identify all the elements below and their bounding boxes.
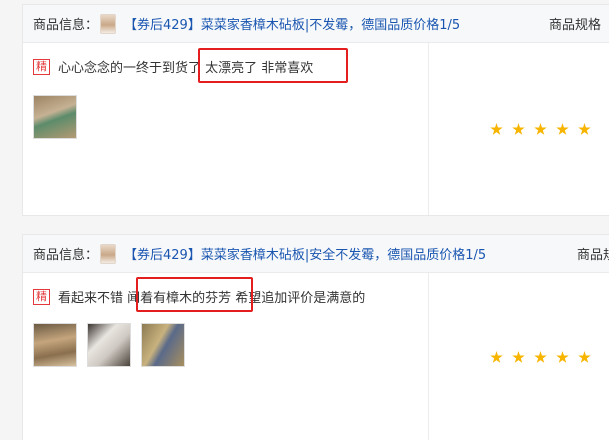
product-info-bar: 商品信息： 【券后429】菜菜家香樟木砧板|安全不发霉，德国品质价格1/5 商品…: [23, 235, 609, 273]
column-divider: [428, 273, 429, 440]
product-spec-label: 商品规: [577, 248, 609, 263]
product-thumbnail[interactable]: [100, 243, 117, 264]
product-spec-label: 商品规格: [549, 18, 602, 33]
review-body: 精 心心念念的一终于到货了 太漂亮了 非常喜欢: [23, 43, 609, 215]
star-icon: [578, 123, 591, 135]
star-icon: [512, 351, 525, 363]
star-icon: [534, 351, 547, 363]
review-card: 商品信息： 【券后429】菜菜家香樟木砧板|安全不发霉，德国品质价格1/5 商品…: [22, 234, 609, 440]
product-title-link[interactable]: 【券后429】菜菜家香樟木砧板|安全不发霉，德国品质价格1/5: [124, 244, 486, 263]
star-icon: [490, 123, 503, 135]
product-info-label: 商品信息：: [33, 248, 99, 263]
review-photo[interactable]: [33, 95, 77, 139]
highlight-box: [136, 277, 253, 312]
star-icon: [512, 123, 525, 135]
review-body: 精 看起来不错 闻着有樟木的芬芳 希望追加评价是满意的: [23, 273, 609, 440]
star-rating: [490, 351, 591, 364]
review-card: 商品信息： 【券后429】菜菜家香樟木砧板|不发霉，德国品质价格1/5 商品规格…: [22, 4, 609, 216]
highlight-box: [198, 48, 348, 83]
product-info-label: 商品信息：: [33, 18, 99, 33]
review-photo[interactable]: [87, 323, 131, 367]
review-list-page: 商品信息： 【券后429】菜菜家香樟木砧板|不发霉，德国品质价格1/5 商品规格…: [0, 0, 609, 440]
product-info-bar: 商品信息： 【券后429】菜菜家香樟木砧板|不发霉，德国品质价格1/5 商品规格: [23, 5, 609, 43]
review-photos: [33, 95, 77, 139]
star-icon: [490, 351, 503, 363]
star-icon: [534, 123, 547, 135]
column-divider: [428, 43, 429, 215]
featured-tag: 精: [33, 58, 50, 75]
product-title-link[interactable]: 【券后429】菜菜家香樟木砧板|不发霉，德国品质价格1/5: [124, 14, 460, 33]
product-thumbnail[interactable]: [100, 13, 117, 34]
review-photos: [33, 323, 185, 367]
featured-tag: 精: [33, 288, 50, 305]
star-icon: [578, 351, 591, 363]
review-photo[interactable]: [33, 323, 77, 367]
star-icon: [556, 123, 569, 135]
review-photo[interactable]: [141, 323, 185, 367]
star-rating: [490, 123, 591, 136]
star-icon: [556, 351, 569, 363]
